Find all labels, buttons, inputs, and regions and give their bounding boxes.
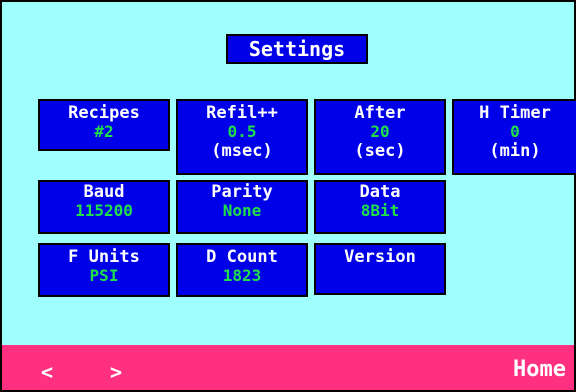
funits-button[interactable]: F Units PSI: [38, 243, 170, 297]
recipes-value: #2: [94, 122, 114, 141]
refill-button[interactable]: Refil++ 0.5 (msec): [176, 99, 308, 175]
parity-value: None: [222, 201, 262, 220]
page-title: Settings: [226, 34, 368, 64]
refill-value: 0.5: [227, 122, 257, 141]
parity-label: Parity: [211, 182, 273, 202]
recipes-button[interactable]: Recipes #2: [38, 99, 170, 151]
version-label: Version: [344, 247, 416, 267]
htimer-unit: (min): [489, 141, 541, 161]
main-panel: Settings Recipes #2 Refil++ 0.5 (msec) A…: [2, 2, 576, 345]
after-value: 20: [370, 122, 390, 141]
prev-button[interactable]: <: [41, 360, 53, 384]
baud-value: 115200: [75, 201, 133, 220]
baud-button[interactable]: Baud 115200: [38, 180, 170, 234]
next-button[interactable]: >: [110, 360, 122, 384]
funits-value: PSI: [89, 266, 119, 285]
baud-label: Baud: [83, 182, 125, 202]
refill-label: Refil++: [206, 103, 278, 123]
after-button[interactable]: After 20 (sec): [314, 99, 446, 175]
data-bits-value: 8Bit: [360, 201, 400, 220]
recipes-label: Recipes: [68, 103, 140, 123]
dcount-label: D Count: [206, 247, 278, 267]
htimer-label: H Timer: [479, 103, 551, 123]
home-button[interactable]: Home: [513, 357, 566, 382]
funits-label: F Units: [68, 247, 140, 267]
data-bits-button[interactable]: Data 8Bit: [314, 180, 446, 234]
parity-button[interactable]: Parity None: [176, 180, 308, 234]
after-label: After: [354, 103, 406, 123]
data-bits-label: Data: [359, 182, 401, 202]
htimer-value: 0: [510, 122, 520, 141]
dcount-value: 1823: [222, 266, 262, 285]
htimer-button[interactable]: H Timer 0 (min): [452, 99, 576, 175]
dcount-button[interactable]: D Count 1823: [176, 243, 308, 297]
footer-bar: < > Home: [2, 345, 574, 390]
version-button[interactable]: Version: [314, 243, 446, 295]
after-unit: (sec): [354, 141, 406, 161]
refill-unit: (msec): [211, 141, 273, 161]
settings-screen: Settings Recipes #2 Refil++ 0.5 (msec) A…: [0, 0, 576, 392]
